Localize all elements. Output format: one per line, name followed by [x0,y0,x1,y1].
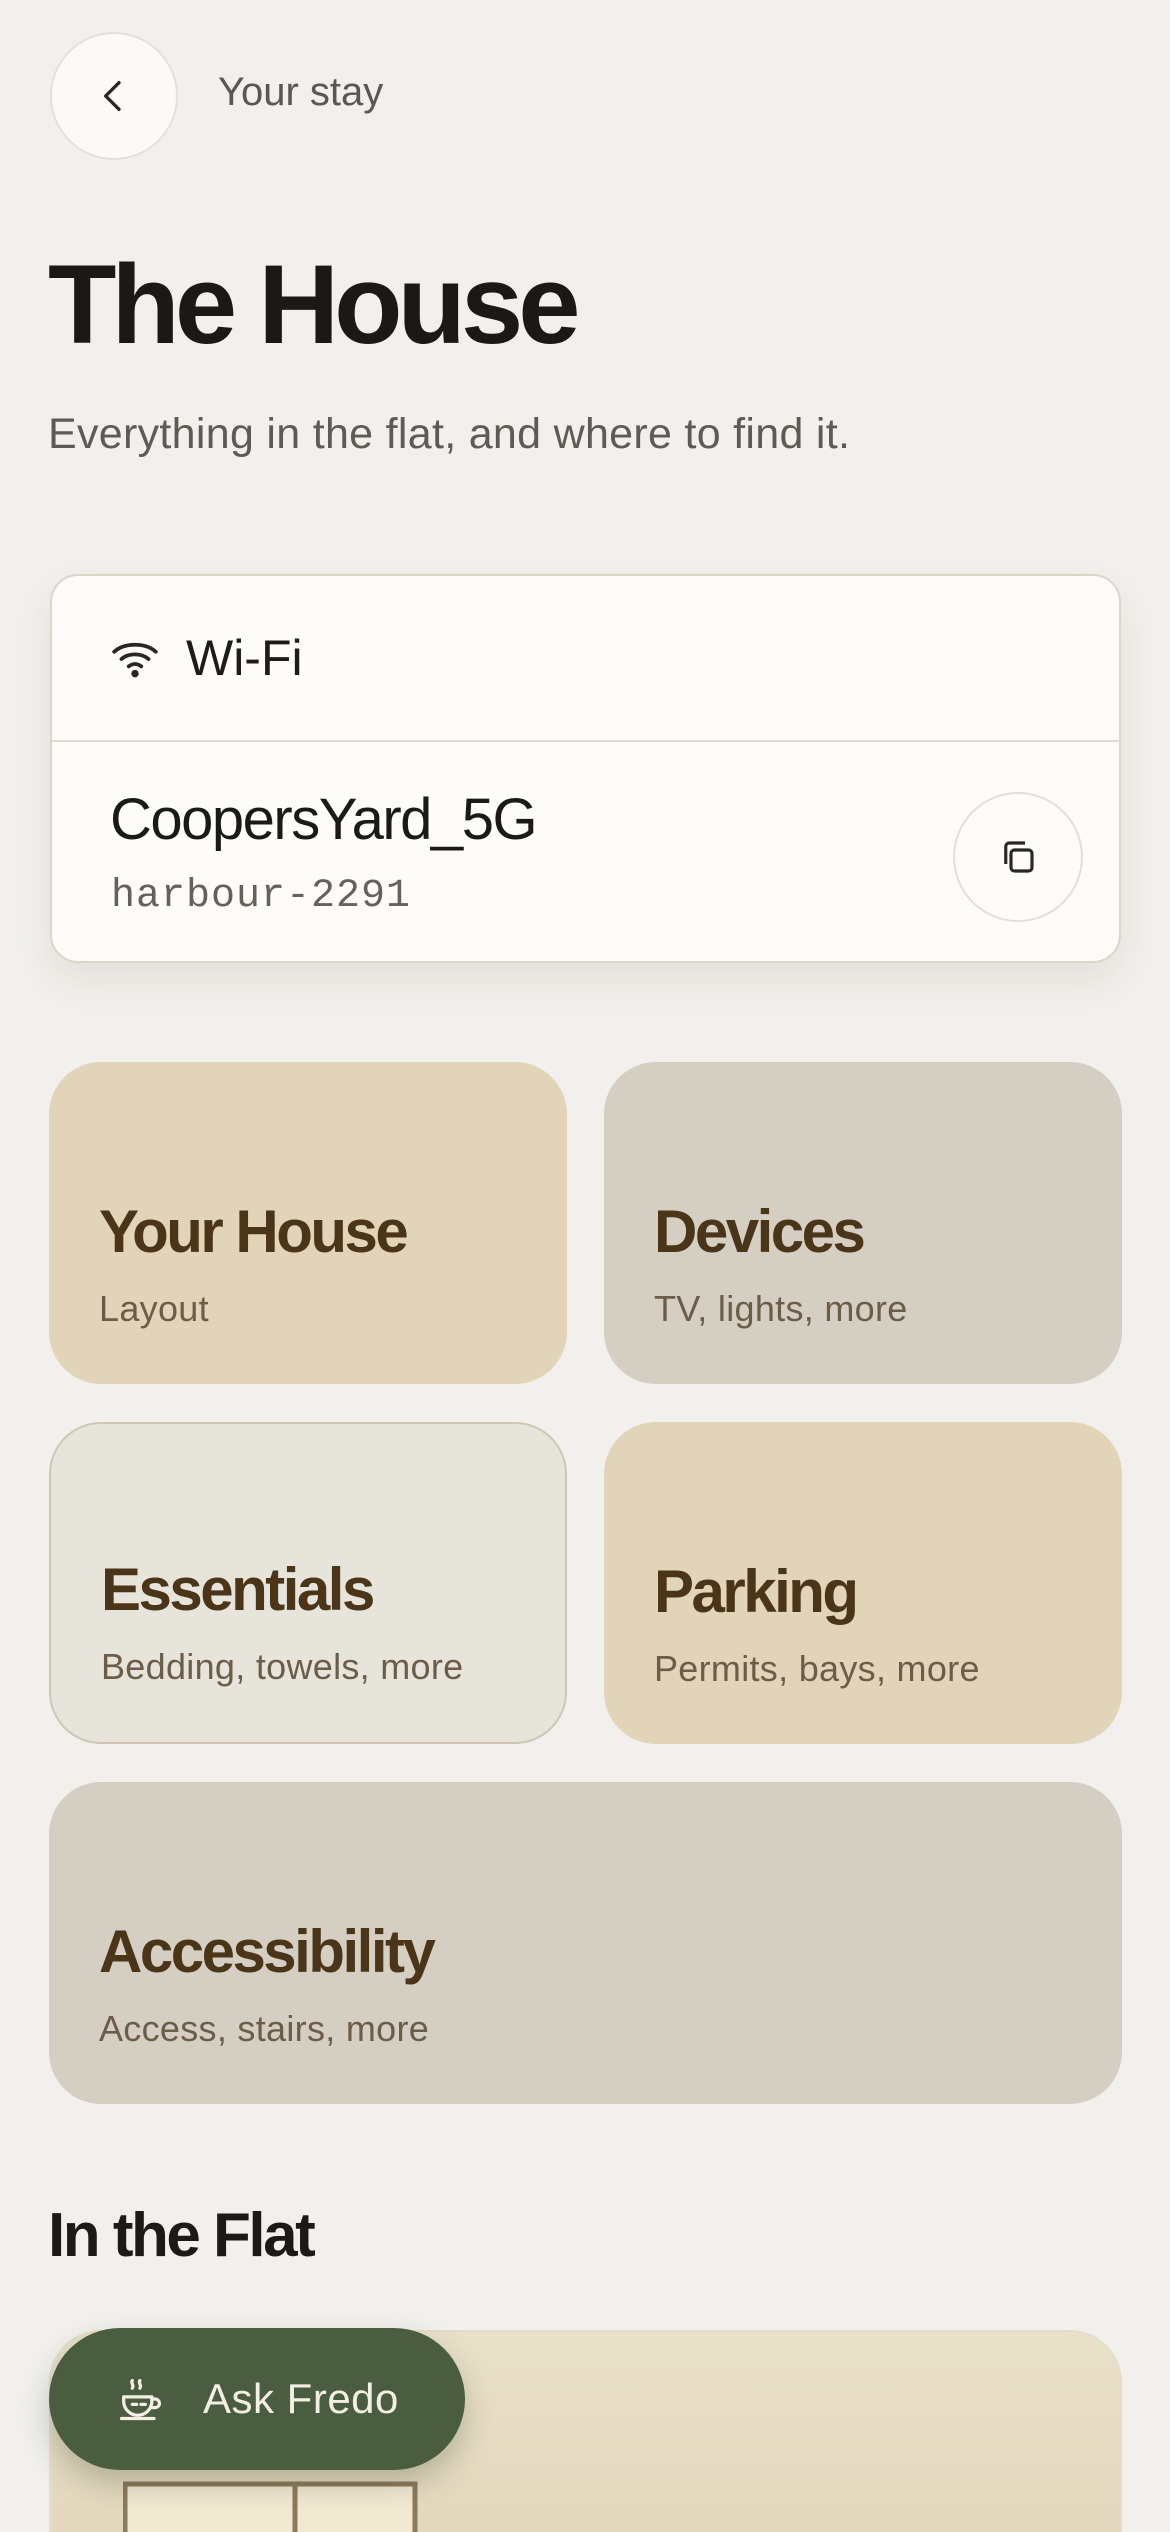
tile-title: Essentials [101,1556,375,1623]
wifi-label: Wi-Fi [186,630,303,686]
page-subtitle: Everything in the flat, and where to fin… [48,410,851,458]
chevron-left-icon [104,81,121,112]
tile-subtitle: Bedding, towels, more [101,1646,464,1687]
tile-subtitle: TV, lights, more [654,1288,908,1329]
breadcrumb: Your stay [218,70,384,114]
coffee-cup-icon [119,2378,162,2421]
house-page: Your stay The House Everything in the fl… [0,0,1170,2532]
tile-essentials[interactable]: Essentials Bedding, towels, more [49,1422,567,1744]
ask-fredo-button[interactable]: Ask Fredo [49,2328,465,2470]
tile-subtitle: Access, stairs, more [99,2008,430,2049]
tile-title: Parking [654,1558,859,1625]
tile-title: Your House [99,1198,409,1265]
tile-your-house[interactable]: Your House Layout [49,1062,567,1384]
tile-parking[interactable]: Parking Permits, bays, more [604,1422,1122,1744]
copy-password-button[interactable] [953,792,1083,922]
section-title: In the Flat [48,2201,316,2270]
wifi-card: Wi-Fi CoopersYard_5G harbour-2291 [50,574,1121,963]
page-title: The House [48,242,581,367]
back-button[interactable] [50,32,178,160]
wifi-password: harbour-2291 [111,874,412,919]
tile-subtitle: Permits, bays, more [654,1648,980,1689]
wifi-network-name: CoopersYard_5G [110,787,538,852]
tile-devices[interactable]: Devices TV, lights, more [604,1062,1122,1384]
wifi-card-header: Wi-Fi [52,576,1119,742]
tile-accessibility[interactable]: Accessibility Access, stairs, more [49,1782,1122,2104]
tile-subtitle: Layout [99,1288,209,1329]
ask-fredo-label: Ask Fredo [203,2375,399,2422]
wifi-icon [112,642,158,678]
copy-icon [1004,841,1034,873]
tile-title: Devices [654,1198,866,1265]
tile-title: Accessibility [99,1918,436,1985]
